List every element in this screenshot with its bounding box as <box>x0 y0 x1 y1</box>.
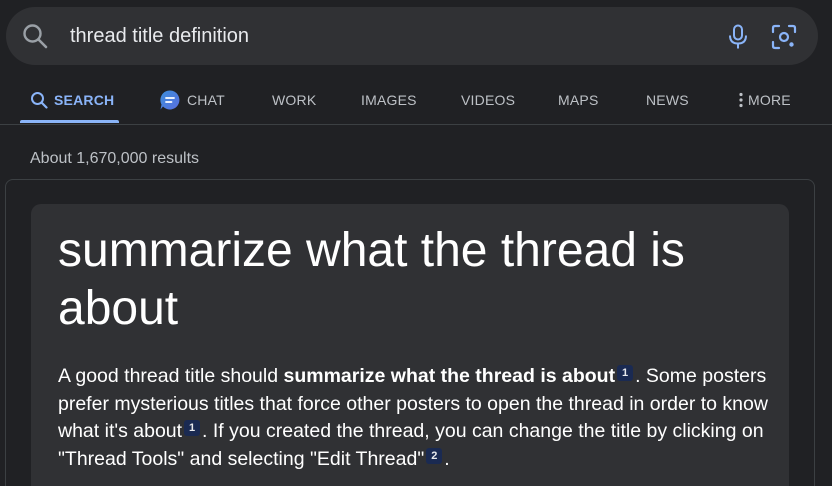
tab-news-label: NEWS <box>646 92 689 108</box>
tab-search[interactable]: SEARCH <box>30 76 114 124</box>
result-stats: About 1,670,000 results <box>30 150 200 167</box>
microphone-icon[interactable] <box>726 24 750 50</box>
tab-videos[interactable]: VIDEOS <box>461 76 515 124</box>
search-results-page: SEARCH CHAT WORK <box>0 0 832 486</box>
tab-maps[interactable]: MAPS <box>558 76 598 124</box>
tab-search-label: SEARCH <box>54 92 115 108</box>
snippet-text: A good thread title should <box>58 365 284 387</box>
search-icon <box>30 91 48 109</box>
citation-badge[interactable]: 1 <box>184 420 201 436</box>
tab-chat[interactable]: CHAT <box>159 76 225 124</box>
search-input[interactable] <box>70 21 690 51</box>
tab-work-label: WORK <box>272 92 317 108</box>
tab-images[interactable]: IMAGES <box>361 76 417 124</box>
tab-work[interactable]: WORK <box>272 76 316 124</box>
tab-more[interactable]: MORE <box>738 76 791 124</box>
answer-snippet: A good thread title should summarize wha… <box>58 363 778 473</box>
tab-videos-label: VIDEOS <box>461 92 516 108</box>
tab-maps-label: MAPS <box>558 92 599 108</box>
snippet-highlight: summarize what the thread is about <box>283 365 616 387</box>
more-vertical-icon <box>738 92 744 108</box>
camera-lens-icon[interactable] <box>770 23 798 51</box>
search-icon[interactable] <box>22 23 48 49</box>
tab-images-label: IMAGES <box>361 92 417 108</box>
citation-badge[interactable]: 1 <box>617 365 634 381</box>
active-tab-indicator <box>20 120 119 123</box>
tab-more-label: MORE <box>748 92 791 108</box>
citation-badge[interactable]: 2 <box>426 447 443 464</box>
tab-chat-label: CHAT <box>187 92 225 108</box>
tab-news[interactable]: NEWS <box>646 76 689 124</box>
search-bar[interactable] <box>6 7 818 65</box>
snippet-text: . <box>444 447 450 470</box>
search-tabs: SEARCH CHAT WORK IMAGES VIDEOS MAPS NEWS… <box>0 76 832 125</box>
chat-bubble-icon <box>159 89 181 111</box>
answer-title: summarize what the thread is about <box>58 224 685 335</box>
